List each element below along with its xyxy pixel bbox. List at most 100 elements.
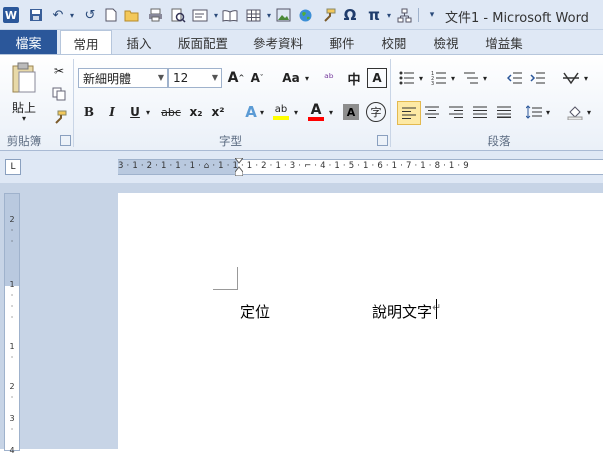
character-shading-button[interactable]: A	[343, 104, 359, 120]
clipboard-launcher-icon[interactable]	[60, 135, 71, 146]
shading-icon[interactable]	[565, 101, 585, 123]
font-name-combo[interactable]: 新細明體 ▼	[78, 68, 168, 88]
align-center-button[interactable]	[421, 101, 443, 123]
line-spacing-icon[interactable]	[524, 101, 544, 123]
numbering-icon[interactable]: 123	[429, 68, 449, 88]
tab-home[interactable]: 常用	[60, 30, 112, 56]
new-icon[interactable]	[103, 7, 119, 23]
qat-separator	[418, 8, 419, 22]
page-margin-corner-mark	[213, 267, 238, 290]
shading-dropdown-icon[interactable]: ▾	[585, 101, 593, 123]
paste-icon[interactable]	[10, 61, 38, 97]
strikethrough-button[interactable]: abc	[158, 102, 184, 122]
grow-font-icon[interactable]: A ^	[226, 68, 246, 88]
table-icon[interactable]	[245, 7, 261, 23]
globe-icon[interactable]	[297, 7, 313, 23]
picture-icon[interactable]	[275, 7, 291, 23]
font-color-button[interactable]: A	[305, 101, 327, 123]
ribbon: 貼上 ▾ ✂ 剪貼簿 新細明體 ▼ 12 ▼ A ^ Aˇ Aa ▾ ᵃᵇ 中 A…	[0, 54, 603, 151]
distributed-button[interactable]	[493, 101, 515, 123]
italic-button[interactable]: I	[103, 102, 121, 122]
font-size-combo[interactable]: 12 ▼	[168, 68, 222, 88]
text-effects-dropdown-icon[interactable]: ▾	[258, 102, 266, 122]
font-name-value: 新細明體	[83, 71, 132, 86]
ruler-strip: L 3 · 1 · 2 · 1 · 1 · 1 · ⌂ · 1 · 1 · 1 …	[0, 151, 603, 183]
print-icon[interactable]	[147, 7, 163, 23]
window-title: 文件1 - Microsoft Word	[445, 11, 589, 26]
tab-selector-icon[interactable]: L	[5, 159, 21, 175]
line-spacing-dropdown-icon[interactable]: ▾	[544, 101, 552, 123]
vertical-ruler[interactable]: 2 · · 1 · · · 1 · 2 · 3 · 4	[4, 193, 20, 455]
undo-dropdown-icon[interactable]: ▾	[64, 7, 80, 23]
character-border-icon[interactable]: A	[367, 68, 387, 88]
book-icon[interactable]	[222, 7, 238, 23]
superscript-button[interactable]: x²	[208, 102, 228, 122]
text-box-icon[interactable]	[192, 7, 208, 23]
body-text-label[interactable]: 定位	[240, 301, 270, 322]
omega-icon[interactable]: Ω	[342, 6, 358, 24]
horizontal-ruler[interactable]: 3 · 1 · 2 · 1 · 1 · 1 · ⌂ · 1 · 1 · 1 · …	[118, 157, 603, 177]
subscript-button[interactable]: x₂	[186, 102, 206, 122]
document-area: 2 · · 1 · · · 1 · 2 · 3 · 4 定位 說明文字 ↵	[0, 183, 603, 455]
tab-review[interactable]: 校閱	[373, 30, 415, 54]
svg-text:3: 3	[431, 81, 434, 85]
tab-mailings[interactable]: 郵件	[321, 30, 363, 54]
shrink-font-icon[interactable]: Aˇ	[247, 68, 267, 88]
highlight-button[interactable]: ab	[270, 101, 292, 123]
change-case-dropdown-icon[interactable]: ▾	[303, 68, 311, 88]
highlight-dropdown-icon[interactable]: ▾	[292, 102, 300, 122]
document-page[interactable]: 定位 說明文字 ↵	[118, 193, 603, 449]
tab-references[interactable]: 參考資料	[245, 30, 311, 54]
align-left-button[interactable]	[397, 101, 421, 125]
ribbon-tabs: 檔案 常用 插入 版面配置 參考資料 郵件 校閱 檢視 增益集	[0, 30, 603, 56]
redo-icon[interactable]: ↺	[82, 7, 98, 23]
multilevel-list-icon[interactable]	[461, 68, 481, 88]
phonetic-guide-icon[interactable]: 中	[343, 68, 365, 88]
enclose-characters-button[interactable]: 字	[366, 102, 386, 122]
format-painter-icon[interactable]	[320, 7, 336, 23]
align-right-button[interactable]	[445, 101, 467, 123]
pi-icon[interactable]: π	[366, 6, 382, 24]
text-cursor	[436, 299, 437, 319]
indent-marker-icon[interactable]	[233, 157, 245, 177]
pi-dropdown-icon[interactable]: ▾	[381, 7, 397, 23]
numbering-dropdown-icon[interactable]: ▾	[449, 68, 457, 88]
multilevel-dropdown-icon[interactable]: ▾	[481, 68, 489, 88]
font-size-value: 12	[173, 71, 189, 85]
clipboard-group-label: 剪貼簿	[6, 134, 42, 148]
decrease-indent-icon[interactable]	[505, 68, 525, 88]
clear-formatting-icon[interactable]: ᵃᵇ	[320, 68, 338, 88]
underline-dropdown-icon[interactable]: ▾	[144, 102, 152, 122]
chinese-layout-icon[interactable]	[560, 68, 582, 88]
increase-indent-icon[interactable]	[528, 68, 548, 88]
font-color-dropdown-icon[interactable]: ▾	[327, 102, 335, 122]
open-icon[interactable]	[124, 7, 140, 23]
chinese-layout-dropdown-icon[interactable]: ▾	[582, 68, 590, 88]
group-divider	[73, 59, 74, 147]
chevron-down-icon[interactable]: ▼	[158, 73, 164, 82]
tab-addins[interactable]: 增益集	[477, 30, 531, 54]
word-logo-icon[interactable]: W	[3, 7, 19, 23]
justify-button[interactable]	[469, 101, 491, 123]
save-icon[interactable]	[28, 7, 44, 23]
shapes-icon[interactable]	[396, 7, 412, 23]
tab-page-layout[interactable]: 版面配置	[170, 30, 236, 54]
customize-qat-icon[interactable]: ▾	[424, 7, 440, 23]
body-text-description[interactable]: 說明文字	[372, 301, 432, 322]
print-preview-icon[interactable]	[170, 7, 186, 23]
format-painter-icon[interactable]	[50, 109, 68, 125]
font-launcher-icon[interactable]	[377, 135, 388, 146]
tab-view[interactable]: 檢視	[425, 30, 467, 54]
tab-insert[interactable]: 插入	[118, 30, 160, 54]
chevron-down-icon[interactable]: ▼	[212, 73, 218, 82]
paragraph-group-label: 段落	[487, 134, 511, 148]
bullets-dropdown-icon[interactable]: ▾	[417, 68, 425, 88]
copy-icon[interactable]	[50, 86, 68, 102]
cut-icon[interactable]: ✂	[50, 63, 68, 79]
change-case-icon[interactable]: Aa	[278, 68, 304, 88]
underline-button[interactable]: U	[126, 102, 144, 122]
bold-button[interactable]: B	[80, 102, 98, 122]
bullets-icon[interactable]	[397, 68, 417, 88]
tab-file[interactable]: 檔案	[0, 30, 57, 54]
paste-dropdown-icon[interactable]: ▾	[18, 113, 30, 123]
